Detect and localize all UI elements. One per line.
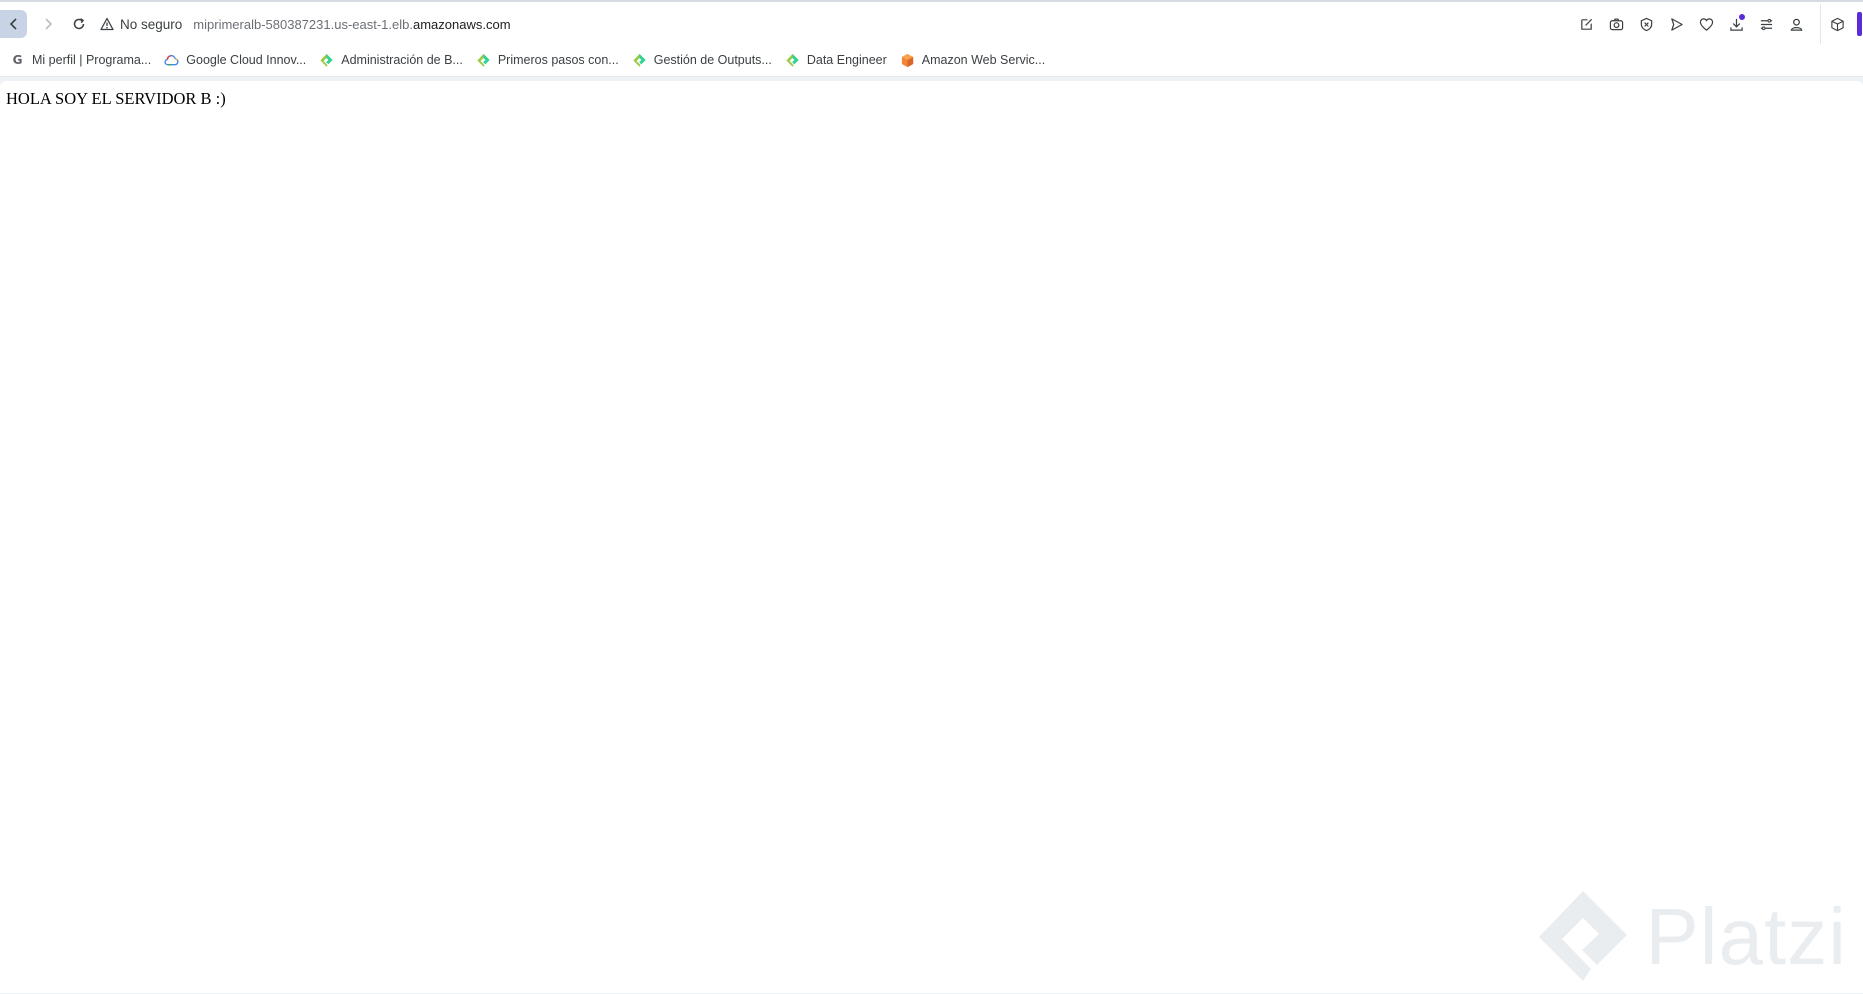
notification-dot bbox=[1739, 14, 1745, 20]
camera-icon[interactable] bbox=[1601, 10, 1631, 38]
platzi-icon bbox=[632, 53, 647, 68]
platzi-icon bbox=[476, 53, 491, 68]
bookmark-item[interactable]: Administración de B... bbox=[319, 53, 463, 68]
reload-icon bbox=[73, 18, 85, 30]
page-content: HOLA SOY EL SERVIDOR B :) Platzi bbox=[0, 81, 1863, 993]
send-icon[interactable] bbox=[1661, 10, 1691, 38]
platzi-watermark: Platzi bbox=[1533, 887, 1847, 987]
download-icon[interactable] bbox=[1721, 10, 1751, 38]
edit-icon[interactable] bbox=[1571, 10, 1601, 38]
url-host: amazonaws.com bbox=[412, 16, 511, 32]
bookmark-label: Mi perfil | Programa... bbox=[32, 53, 152, 67]
forward-button[interactable] bbox=[34, 10, 62, 38]
bookmarks-bar: G Mi perfil | Programa... Google Cloud I… bbox=[0, 44, 1863, 77]
browser-toolbar: No seguro miprimeralb-580387231.us-east-… bbox=[0, 0, 1863, 44]
platzi-logo-icon bbox=[1539, 891, 1628, 981]
shield-x-icon[interactable] bbox=[1631, 10, 1661, 38]
bookmark-label: Gestión de Outputs... bbox=[653, 53, 772, 67]
watermark-text: Platzi bbox=[1645, 892, 1847, 981]
profile-icon[interactable] bbox=[1781, 10, 1811, 38]
warning-icon bbox=[100, 17, 114, 31]
platzi-icon bbox=[785, 53, 800, 68]
bookmark-item[interactable]: G Mi perfil | Programa... bbox=[10, 53, 152, 68]
reload-button[interactable] bbox=[65, 10, 93, 38]
url-prefix: miprimeralb-580387231.us-east-1.elb. bbox=[193, 16, 413, 32]
google-g-icon: G bbox=[12, 53, 23, 67]
chevron-right-icon bbox=[45, 18, 53, 30]
page-body-text: HOLA SOY EL SERVIDOR B :) bbox=[6, 89, 226, 108]
bookmark-label: Administración de B... bbox=[341, 53, 463, 67]
bookmark-label: Data Engineer bbox=[806, 53, 887, 67]
cube-icon[interactable] bbox=[1823, 10, 1851, 38]
bookmark-item[interactable]: Google Cloud Innov... bbox=[164, 53, 306, 68]
security-label[interactable]: No seguro bbox=[120, 17, 182, 32]
menu-icon[interactable] bbox=[1751, 10, 1781, 38]
back-button[interactable] bbox=[0, 10, 27, 38]
bookmark-item[interactable]: Gestión de Outputs... bbox=[632, 53, 772, 68]
address-bar[interactable]: No seguro miprimeralb-580387231.us-east-… bbox=[100, 10, 511, 38]
toolbar-divider bbox=[1820, 4, 1821, 44]
bookmark-item[interactable]: Amazon Web Servic... bbox=[900, 53, 1045, 68]
toolbar-icons bbox=[1571, 10, 1811, 38]
bookmark-item[interactable]: Data Engineer bbox=[785, 53, 887, 68]
browser-window: No seguro miprimeralb-580387231.us-east-… bbox=[0, 0, 1863, 994]
sidebar-accent-bar bbox=[1857, 12, 1862, 36]
bookmark-item[interactable]: Primeros pasos con... bbox=[476, 53, 619, 68]
chevron-left-icon bbox=[9, 18, 17, 30]
platzi-icon bbox=[319, 53, 334, 68]
google-cloud-icon bbox=[164, 53, 179, 68]
aws-cube-icon bbox=[900, 53, 915, 68]
bookmark-label: Google Cloud Innov... bbox=[186, 53, 307, 67]
bookmark-label: Primeros pasos con... bbox=[497, 53, 619, 67]
bookmark-label: Amazon Web Servic... bbox=[921, 53, 1046, 67]
heart-icon[interactable] bbox=[1691, 10, 1721, 38]
